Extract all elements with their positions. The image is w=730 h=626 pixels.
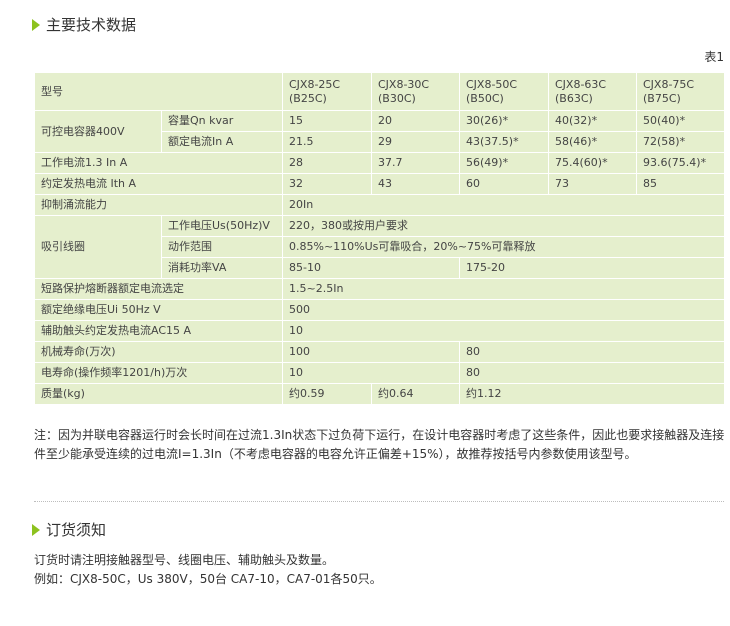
table-cell: 80 [459,341,725,363]
row-label: 额定绝缘电压Ui 50Hz V [34,299,283,321]
table-cell: 约1.12 [459,383,725,405]
section-header-order: 订货须知 [32,519,106,540]
spec-table: 型号 CJX8-25C (B25C) CJX8-30C (B30C) CJX8-50… [34,72,725,405]
table-cell: 1.5~2.5In [282,278,725,300]
table-cell: 93.6(75.4)* [636,152,725,174]
row-label: 工作电流1.3 In A [34,152,283,174]
table-cell: 32 [282,173,372,195]
table-cell: 37.7 [371,152,460,174]
table-cell: 73 [548,173,637,195]
table-cell: 约0.64 [371,383,460,405]
table-row: 额定绝缘电压Ui 50Hz V 500 [34,299,725,321]
row-label: 辅助触头约定发热电流AC15 A [34,320,283,342]
table-cell: 10 [282,362,460,384]
table-cell: 50(40)* [636,110,725,132]
row-label: 电寿命(操作频率1201/h)万次 [34,362,283,384]
row-label: 吸引线圈 [34,215,162,279]
table-cell: 85-10 [282,257,460,279]
table-cell: 约0.59 [282,383,372,405]
section-title: 主要技术数据 [46,16,137,34]
table-row: 质量(kg) 约0.59 约0.64 约1.12 [34,383,725,405]
table-row: 短路保护熔断器额定电流选定 1.5~2.5In [34,278,725,300]
table-cell: 43(37.5)* [459,131,549,153]
table-row: 可控电容器400V 容量Qn kvar 15 20 30(26)* 40(32)… [34,110,725,153]
row-label: 机械寿命(万次) [34,341,283,363]
header-model: CJX8-25C (B25C) [282,72,372,111]
table-cell: 500 [282,299,725,321]
table-row: 辅助触头约定发热电流AC15 A 10 [34,320,725,342]
row-sublabel: 工作电压Us(50Hz)V [161,215,283,237]
header-model-label: 型号 [34,72,283,111]
row-label: 短路保护熔断器额定电流选定 [34,278,283,300]
table-cell: 40(32)* [548,110,637,132]
row-sublabel: 额定电流In A [161,131,283,153]
order-notes: 订货时请注明接触器型号、线圈电压、辅助触头及数量。 例如：CJX8-50C，Us… [34,551,382,589]
table-cell: 10 [282,320,725,342]
table-cell: 80 [459,362,725,384]
table-cell: 100 [282,341,460,363]
table-row: 约定发热电流 Ith A 32 43 60 73 85 [34,173,725,195]
table-cell: 56(49)* [459,152,549,174]
header-model: CJX8-63C (B63C) [548,72,637,111]
table-cell: 20 [371,110,460,132]
green-arrow-icon [32,18,40,31]
table-row: 电寿命(操作频率1201/h)万次 10 80 [34,362,725,384]
section-title: 订货须知 [46,521,107,539]
table-row: 工作电流1.3 In A 28 37.7 56(49)* 75.4(60)* 9… [34,152,725,174]
table-cell: 30(26)* [459,110,549,132]
table-cell: 175-20 [459,257,725,279]
table-label: 表1 [704,50,724,64]
row-label: 质量(kg) [34,383,283,405]
order-line: 订货时请注明接触器型号、线圈电压、辅助触头及数量。 [34,553,335,567]
table-cell: 28 [282,152,372,174]
table-cell: 72(58)* [636,131,725,153]
table-cell: 220，380或按用户要求 [282,215,725,237]
table-cell: 43 [371,173,460,195]
table-cell: 60 [459,173,549,195]
row-sublabel: 消耗功率VA [161,257,283,279]
row-sublabel: 动作范围 [161,236,283,258]
table-cell: 15 [282,110,372,132]
table-cell: 0.85%~110%Us可靠吸合，20%~75%可靠释放 [282,236,725,258]
table-header-row: 型号 CJX8-25C (B25C) CJX8-30C (B30C) CJX8-50… [34,72,725,111]
table-cell: 85 [636,173,725,195]
footnote: 注：因为并联电容器运行时会长时间在过流1.3In状态下过负荷下运行，在设计电容器… [34,428,725,461]
header-model: CJX8-50C (B50C) [459,72,549,111]
green-arrow-icon [32,523,40,536]
table-cell: 75.4(60)* [548,152,637,174]
table-row: 机械寿命(万次) 100 80 [34,341,725,363]
table-cell: 58(46)* [548,131,637,153]
row-label: 抑制涌流能力 [34,194,283,216]
table-cell: 20In [282,194,725,216]
dotted-divider [34,501,724,502]
header-model: CJX8-75C (B75C) [636,72,725,111]
row-sublabel: 容量Qn kvar [161,110,283,132]
order-example: 例如：CJX8-50C，Us 380V，50台 CA7-10，CA7-01各50… [34,572,382,586]
row-label: 可控电容器400V [34,110,162,153]
table-cell: 29 [371,131,460,153]
table-row: 吸引线圈 工作电压Us(50Hz)V 220，380或按用户要求 [34,215,725,279]
table-cell: 21.5 [282,131,372,153]
row-label: 约定发热电流 Ith A [34,173,283,195]
section-header-specs: 主要技术数据 [32,14,136,35]
header-model: CJX8-30C (B30C) [371,72,460,111]
table-row: 抑制涌流能力 20In [34,194,725,216]
